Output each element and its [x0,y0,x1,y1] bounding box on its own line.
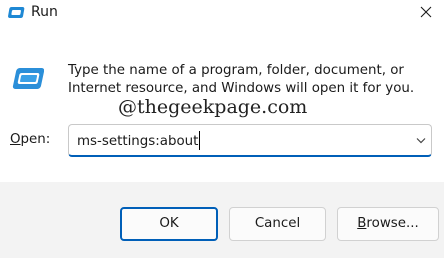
ok-button[interactable]: OK [120,207,218,241]
open-label-rest: pen: [20,132,51,147]
instructions-text: Type the name of a program, folder, docu… [68,62,438,98]
title-bar: Run [0,0,444,28]
browse-button[interactable]: Browse... [337,207,439,241]
watermark-text: @thegeekpage.com [118,96,308,118]
browse-label-rest: rowse... [366,216,419,231]
open-label-mnemonic: O [10,132,21,147]
cancel-button[interactable]: Cancel [229,207,326,241]
window-title: Run [31,4,58,20]
open-input[interactable] [77,132,397,150]
text-caret [199,131,200,150]
chevron-down-icon[interactable] [415,136,427,145]
run-dialog-icon [12,68,44,89]
open-label: Open: [10,132,50,147]
run-app-icon [8,7,25,18]
close-icon[interactable] [417,3,435,21]
open-combobox[interactable] [68,124,432,157]
instructions-line-1: Type the name of a program, folder, docu… [68,63,404,78]
